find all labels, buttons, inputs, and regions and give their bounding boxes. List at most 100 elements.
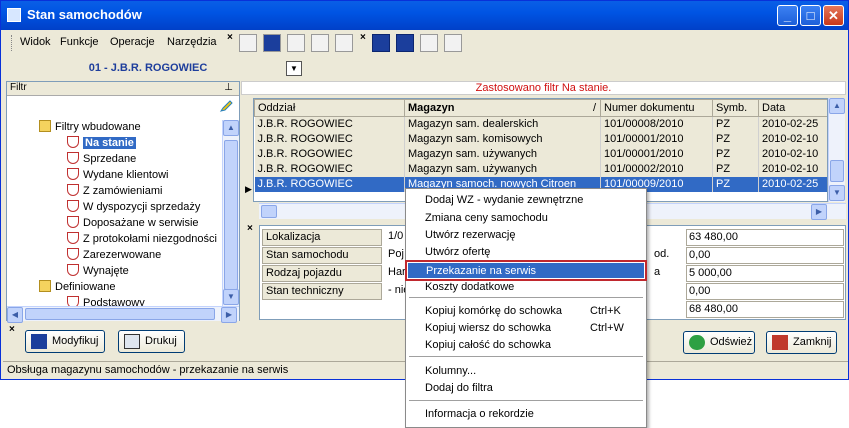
table-cell[interactable]: 2010-02-25 <box>758 176 827 192</box>
next-record-icon[interactable] <box>420 34 438 52</box>
scroll-thumb[interactable] <box>830 160 844 182</box>
previous-record-icon[interactable] <box>396 34 414 52</box>
menu-narzedzia[interactable]: Narzędzia <box>167 36 217 48</box>
table-cell[interactable]: J.B.R. ROGOWIEC <box>254 161 405 177</box>
pin-icon[interactable]: ⊥ <box>224 82 233 93</box>
table-cell[interactable]: J.B.R. ROGOWIEC <box>254 131 405 147</box>
table-cell[interactable]: J.B.R. ROGOWIEC <box>254 176 405 192</box>
table-cell[interactable]: 101/00002/2010 <box>600 161 713 177</box>
title-bar[interactable]: Stan samochodów _ □ ✕ <box>1 1 848 30</box>
buttons-close-icon[interactable]: × <box>9 324 15 335</box>
context-menu-item[interactable]: Kopiuj całość do schowka <box>407 337 645 354</box>
scroll-thumb[interactable] <box>224 140 238 290</box>
table-row[interactable]: J.B.R. ROGOWIEC Magazyn sam. komisowych 10… <box>254 131 827 147</box>
pencil-icon[interactable] <box>219 99 233 113</box>
table-cell[interactable]: Magazyn sam. komisowych <box>404 131 601 147</box>
col-symb[interactable]: Symb. <box>712 99 759 117</box>
tree-item[interactable]: Z zamówieniami <box>67 184 162 199</box>
context-menu-item[interactable]: Koszty dodatkowe <box>407 279 645 296</box>
table-row[interactable]: J.B.R. ROGOWIEC Magazyn sam. używanych 101… <box>254 161 827 177</box>
table-cell[interactable]: PZ <box>712 146 759 162</box>
current-row-indicator-icon: ▶ <box>245 184 252 194</box>
table-cell[interactable]: 101/00001/2010 <box>600 146 713 162</box>
col-oddzial[interactable]: Oddział <box>254 99 405 117</box>
table-cell[interactable]: PZ <box>712 176 759 192</box>
col-numer-dokumentu[interactable]: Numer dokumentu <box>600 99 713 117</box>
col-data[interactable]: Data <box>758 99 827 117</box>
table-cell[interactable]: 2010-02-10 <box>758 161 827 177</box>
modify-button[interactable]: Modyfikuj <box>25 330 105 353</box>
col-magazyn[interactable]: Magazyn / <box>404 99 601 117</box>
context-menu-item[interactable]: Zmiana ceny samochodu <box>407 210 645 227</box>
table-cell[interactable]: 2010-02-25 <box>758 116 827 132</box>
tree-item[interactable]: Wydane klientowi <box>67 168 169 183</box>
scroll-right-icon[interactable]: ▶ <box>811 204 827 220</box>
table-cell[interactable]: PZ <box>712 131 759 147</box>
last-record-icon[interactable] <box>444 34 462 52</box>
tree-item[interactable]: Sprzedane <box>67 152 136 167</box>
camera-icon[interactable] <box>311 34 329 52</box>
tree-item[interactable]: Z protokołami niezgodności <box>67 232 217 247</box>
tree-item[interactable]: Definiowane <box>39 280 116 295</box>
table-cell[interactable]: Magazyn sam. dealerskich <box>404 116 601 132</box>
tree-item[interactable]: Wynajęte <box>67 264 129 279</box>
grid-vertical-scrollbar[interactable]: ▲ ▼ <box>828 98 845 202</box>
scroll-down-icon[interactable]: ▼ <box>223 289 239 305</box>
context-menu-item[interactable]: Kopiuj komórkę do schowka Ctrl+K <box>407 303 645 320</box>
table-cell[interactable]: Magazyn sam. używanych <box>404 161 601 177</box>
refresh-button[interactable]: Odśwież <box>683 331 755 354</box>
table-cell[interactable]: 101/00008/2010 <box>600 116 713 132</box>
menu-widok[interactable]: Widok <box>20 36 51 48</box>
tree-horizontal-scrollbar[interactable]: ◀ ▶ <box>7 306 239 323</box>
tree-item[interactable]: Na stanie <box>67 136 136 151</box>
tree-vertical-scrollbar[interactable]: ▲ ▼ <box>222 120 239 306</box>
print-button[interactable]: Drukuj <box>118 330 185 353</box>
close-window-button[interactable]: ✕ <box>823 5 844 26</box>
context-menu-item[interactable]: Kolumny... <box>407 363 645 380</box>
context-menu-item[interactable]: Dodaj do filtra <box>407 380 645 397</box>
scroll-right-icon[interactable]: ▶ <box>221 307 237 323</box>
tree-item[interactable]: Doposażane w serwisie <box>67 216 199 231</box>
maximize-button[interactable]: □ <box>800 5 821 26</box>
tree-item[interactable]: Zarezerwowane <box>67 248 161 263</box>
scroll-thumb[interactable] <box>261 205 277 218</box>
context-menu-item[interactable]: Przekazanie na serwis <box>405 260 647 281</box>
chevron-down-icon[interactable]: ▼ <box>286 61 302 76</box>
scroll-left-icon[interactable]: ◀ <box>7 307 23 323</box>
table-row[interactable]: J.B.R. ROGOWIEC Magazyn sam. dealerskich 1… <box>254 116 827 132</box>
nav-toolbar-close-icon[interactable]: × <box>360 32 366 43</box>
context-menu-item[interactable]: Dodaj WZ - wydanie zewnętrzne <box>407 192 645 209</box>
table-cell[interactable]: 101/00001/2010 <box>600 131 713 147</box>
zoom-icon[interactable] <box>287 34 305 52</box>
scroll-up-icon[interactable]: ▲ <box>829 98 845 114</box>
tree-item[interactable]: W dyspozycji sprzedaży <box>67 200 200 215</box>
table-cell[interactable]: J.B.R. ROGOWIEC <box>254 116 405 132</box>
context-menu-item[interactable]: Informacja o rekordzie <box>407 406 645 423</box>
menu-operacje[interactable]: Operacje <box>110 36 155 48</box>
scroll-up-icon[interactable]: ▲ <box>223 120 239 136</box>
first-record-icon[interactable] <box>372 34 390 52</box>
scroll-down-icon[interactable]: ▼ <box>829 185 845 201</box>
scroll-thumb[interactable] <box>25 308 215 320</box>
close-button[interactable]: Zamknij <box>766 331 837 354</box>
table-cell[interactable]: PZ <box>712 161 759 177</box>
context-menu-item[interactable]: Utwórz ofertę <box>407 244 645 261</box>
tree-item[interactable]: Podstawowy <box>67 296 145 306</box>
edit-doc-icon[interactable] <box>335 34 353 52</box>
tree-item[interactable]: Filtry wbudowane <box>39 120 141 135</box>
table-cell[interactable]: 2010-02-10 <box>758 131 827 147</box>
document-icon[interactable] <box>239 34 257 52</box>
table-cell[interactable]: 2010-02-10 <box>758 146 827 162</box>
table-cell[interactable]: PZ <box>712 116 759 132</box>
context-menu-item[interactable]: Kopiuj wiersz do schowka Ctrl+W <box>407 320 645 337</box>
table-cell[interactable]: J.B.R. ROGOWIEC <box>254 146 405 162</box>
branch-combo[interactable]: 01 - J.B.R. ROGOWIEC <box>11 58 285 78</box>
minimize-button[interactable]: _ <box>777 5 798 26</box>
table-row[interactable]: J.B.R. ROGOWIEC Magazyn sam. używanych 101… <box>254 146 827 162</box>
table-cell[interactable]: Magazyn sam. używanych <box>404 146 601 162</box>
car-icon[interactable] <box>263 34 281 52</box>
menu-funkcje[interactable]: Funkcje <box>60 36 99 48</box>
context-menu-item[interactable]: Utwórz rezerwację <box>407 227 645 244</box>
toolbar-close-icon[interactable]: × <box>227 32 233 43</box>
details-close-icon[interactable]: × <box>247 223 253 234</box>
